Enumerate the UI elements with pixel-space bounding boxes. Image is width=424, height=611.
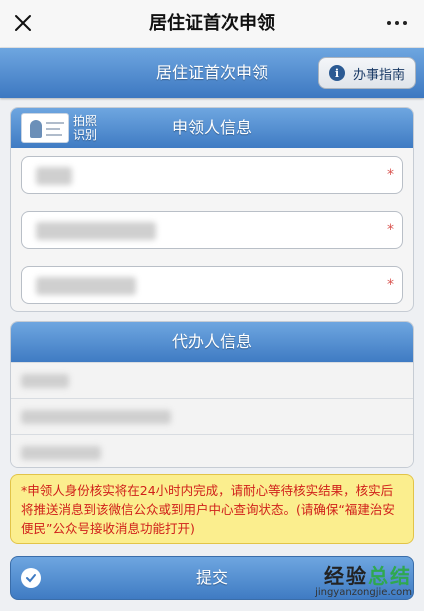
watermark: 经验总结 jingyanzongjie.com — [315, 560, 412, 598]
check-icon — [21, 568, 41, 588]
redacted-value — [36, 167, 72, 185]
info-icon: i — [329, 65, 345, 81]
redacted-value — [21, 374, 69, 388]
watermark-url: jingyanzongjie.com — [315, 587, 412, 598]
applicant-panel: 拍照 识别 申领人信息 * * * — [10, 107, 414, 312]
photo-recognition-label: 拍照 识别 — [73, 114, 98, 142]
more-dot-icon — [387, 21, 391, 25]
redacted-value — [21, 446, 101, 460]
more-button[interactable] — [384, 10, 410, 36]
required-mark: * — [387, 167, 394, 183]
applicant-name-field[interactable]: * — [21, 156, 403, 194]
applicant-phone-field[interactable]: * — [21, 266, 403, 304]
id-card-icon — [21, 113, 69, 143]
redacted-value — [36, 222, 156, 240]
more-dot-icon — [395, 21, 399, 25]
applicant-header: 拍照 识别 申领人信息 — [11, 108, 413, 148]
submit-label: 提交 — [195, 568, 228, 587]
required-mark: * — [387, 277, 394, 293]
required-mark: * — [387, 222, 394, 238]
agent-id-number-row[interactable] — [11, 398, 413, 434]
guide-button[interactable]: i 办事指南 — [318, 57, 416, 89]
photo-recognition-button[interactable]: 拍照 识别 — [21, 112, 97, 144]
guide-label: 办事指南 — [353, 67, 406, 83]
redacted-value — [21, 410, 171, 424]
agent-header: 代办人信息 — [11, 322, 413, 362]
applicant-title: 申领人信息 — [171, 118, 252, 137]
redacted-value — [36, 277, 136, 295]
agent-panel: 代办人信息 — [10, 321, 414, 468]
more-dot-icon — [403, 21, 407, 25]
window-title: 居住证首次申领 — [149, 13, 275, 34]
agent-phone-row[interactable] — [11, 434, 413, 467]
wechat-top-bar: 居住证首次申领 — [0, 0, 424, 48]
watermark-title-part1: 经验 — [324, 564, 368, 588]
watermark-title-part2: 总结 — [368, 564, 412, 588]
verification-notice: *申领人身份核实将在24小时内完成，请耐心等待核实结果，核实后将推送消息到该微信… — [10, 474, 414, 544]
agent-name-row[interactable] — [11, 362, 413, 398]
applicant-id-number-field[interactable]: * — [21, 211, 403, 249]
page-header: 居住证首次申领 i 办事指南 — [0, 48, 424, 98]
